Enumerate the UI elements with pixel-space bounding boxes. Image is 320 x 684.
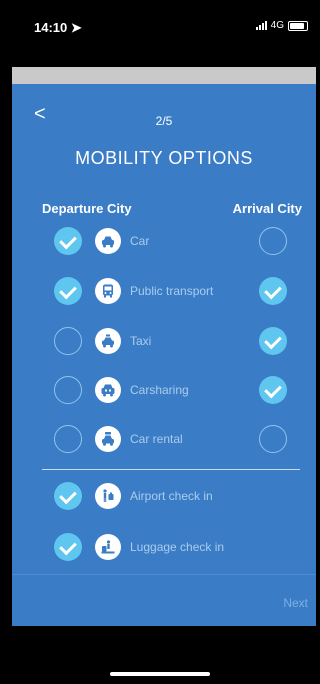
status-indicators: 4G (255, 20, 308, 31)
network-label: 4G (270, 20, 284, 31)
airport-checkin-icon (95, 483, 121, 509)
departure-checkbox-car-rental[interactable] (54, 425, 82, 453)
service-label-luggage-checkin: Luggage check in (130, 540, 225, 554)
option-row-taxi: Taxi (12, 327, 316, 357)
mobility-screen: < 2/5 MOBILITY OPTIONS Departure City Ar… (12, 84, 316, 626)
carsharing-icon (95, 377, 121, 403)
header-band (12, 67, 316, 84)
status-time: 14:10 ➤ (34, 20, 82, 35)
section-divider (42, 469, 300, 470)
footer-bar: Next (12, 574, 316, 627)
departure-checkbox-public-transport[interactable] (54, 277, 82, 305)
option-label-carsharing: Carsharing (130, 383, 189, 397)
service-label-airport-checkin: Airport check in (130, 489, 213, 503)
taxi-icon (95, 328, 121, 354)
arrival-checkbox-public-transport[interactable] (259, 277, 287, 305)
option-row-car-rental: Car rental (12, 425, 316, 455)
car-icon (95, 228, 121, 254)
option-label-car: Car (130, 234, 150, 248)
step-indicator: 2/5 (155, 114, 173, 128)
page-title: MOBILITY OPTIONS (75, 148, 253, 168)
option-label-taxi: Taxi (130, 334, 152, 348)
bus-icon (95, 278, 121, 304)
battery-icon (288, 20, 308, 31)
option-row-public-transport: Public transport (12, 277, 316, 307)
airport-checkin-checkbox[interactable] (54, 482, 82, 510)
option-row-car: Car (12, 227, 316, 257)
service-row-airport-checkin: Airport check in (12, 482, 316, 512)
next-button[interactable]: Next (283, 596, 308, 610)
option-label-public-transport: Public transport (130, 284, 214, 298)
option-row-carsharing: Carsharing (12, 376, 316, 406)
arrival-checkbox-car-rental[interactable] (259, 425, 287, 453)
signal-icon (255, 21, 267, 30)
departure-checkbox-taxi[interactable] (54, 327, 82, 355)
luggage-checkin-checkbox[interactable] (54, 533, 82, 561)
departure-checkbox-car[interactable] (54, 227, 82, 255)
luggage-checkin-icon (95, 534, 121, 560)
departure-checkbox-carsharing[interactable] (54, 376, 82, 404)
home-indicator (110, 672, 210, 676)
arrival-checkbox-carsharing[interactable] (259, 376, 287, 404)
arrival-city-header: Arrival City (232, 201, 302, 216)
option-label-car-rental: Car rental (130, 432, 183, 446)
car-rental-icon (95, 426, 121, 452)
service-row-luggage-checkin: Luggage check in (12, 533, 316, 563)
departure-city-header: Departure City (42, 201, 132, 216)
arrival-checkbox-car[interactable] (259, 227, 287, 255)
status-bar: 14:10 ➤ 4G (0, 0, 316, 66)
arrival-checkbox-taxi[interactable] (259, 327, 287, 355)
